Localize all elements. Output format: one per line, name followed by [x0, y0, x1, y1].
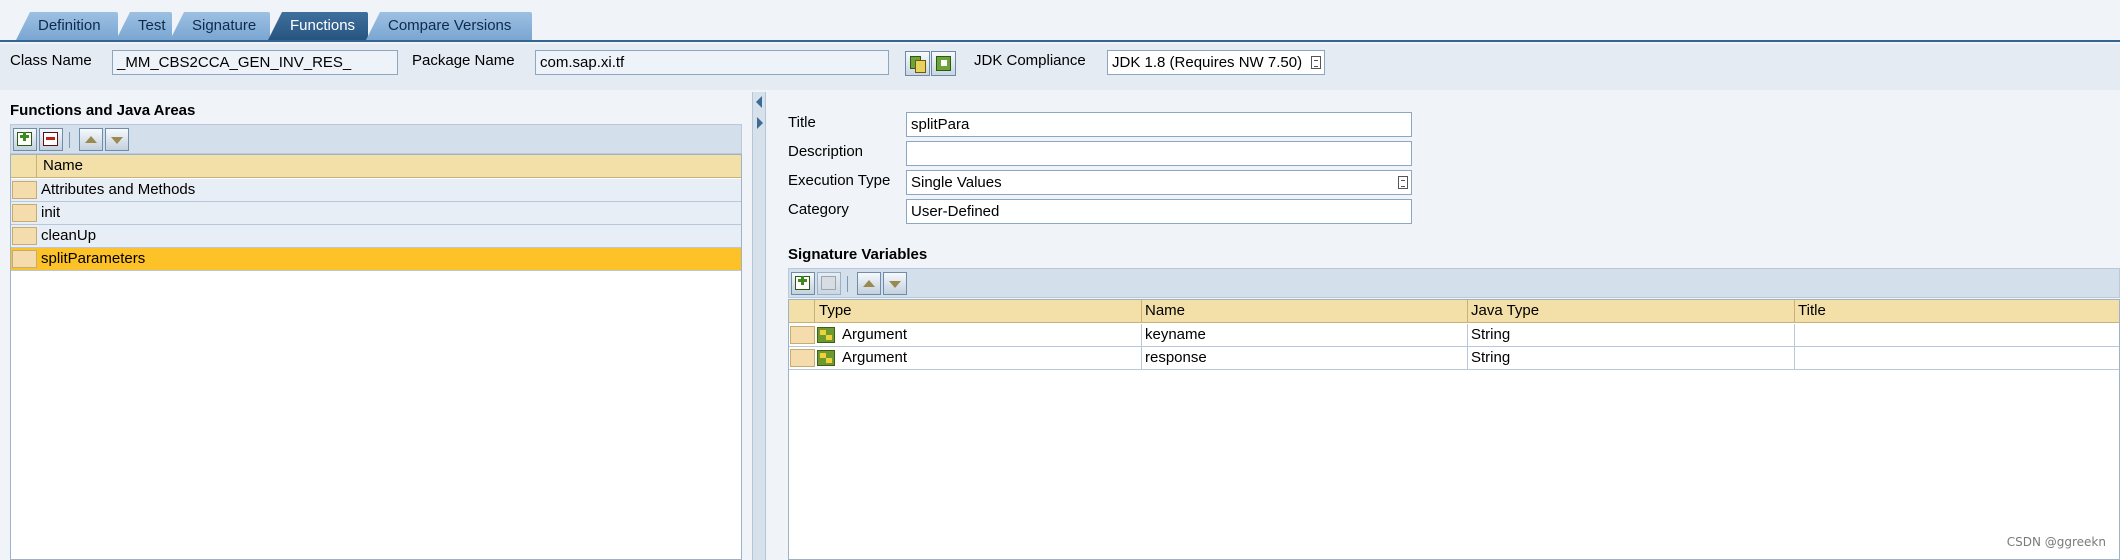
row-selector[interactable] — [790, 349, 815, 367]
tab-signature[interactable]: Signature — [170, 12, 270, 40]
toolbar-separator — [69, 132, 70, 148]
tab-strip: Definition Test Signature Functions Comp… — [0, 0, 2120, 42]
jdk-compliance-value: JDK 1.8 (Requires NW 7.50) — [1112, 54, 1303, 71]
function-name: cleanUp — [41, 227, 97, 244]
functions-toolbar — [10, 124, 742, 154]
column-header-title[interactable]: Title — [1795, 300, 2120, 322]
functions-grid: Name Attributes and Methods init cleanUp… — [10, 154, 742, 560]
dropdown-icon[interactable] — [1398, 176, 1408, 189]
move-up-icon[interactable] — [857, 272, 881, 295]
execution-type-label: Execution Type — [788, 172, 891, 189]
table-row[interactable]: cleanUp — [11, 225, 741, 248]
tab-functions[interactable]: Functions — [268, 12, 368, 40]
signature-variables-title: Signature Variables — [788, 246, 928, 263]
class-name-label: Class Name — [10, 52, 92, 69]
toolbar-separator — [847, 276, 848, 292]
category-field[interactable]: User-Defined — [906, 199, 1412, 224]
functions-panel: Functions and Java Areas Name Attributes… — [0, 90, 750, 560]
insert-row-icon[interactable] — [791, 272, 815, 295]
functions-title: Functions and Java Areas — [10, 102, 196, 119]
row-selector[interactable] — [12, 181, 37, 199]
copy-icon[interactable] — [905, 51, 930, 76]
row-selector[interactable] — [12, 227, 37, 245]
execution-type-value: Single Values — [911, 174, 1002, 191]
tab-test[interactable]: Test — [116, 12, 172, 40]
function-name: Attributes and Methods — [41, 181, 196, 198]
header-row: Class Name _MM_CBS2CCA_GEN_INV_RES_ Pack… — [0, 44, 2120, 90]
package-name-label: Package Name — [412, 52, 515, 69]
row-selector[interactable] — [790, 326, 815, 344]
variable-title[interactable] — [1795, 324, 2120, 346]
row-selector[interactable] — [12, 250, 37, 268]
column-header-name[interactable]: Name — [40, 155, 83, 177]
class-name-field[interactable]: _MM_CBS2CCA_GEN_INV_RES_ — [112, 50, 398, 75]
jdk-compliance-select[interactable]: JDK 1.8 (Requires NW 7.50) — [1107, 50, 1325, 75]
variable-type: Argument — [839, 347, 1142, 369]
table-row[interactable]: Attributes and Methods — [11, 179, 741, 202]
delete-row-icon[interactable] — [39, 128, 63, 151]
select-all-cell[interactable] — [790, 300, 815, 322]
column-header-name[interactable]: Name — [1142, 300, 1468, 322]
tab-compare-versions[interactable]: Compare Versions — [366, 12, 532, 40]
paste-icon[interactable] — [931, 51, 956, 76]
function-name: init — [41, 204, 61, 221]
insert-row-icon[interactable] — [13, 128, 37, 151]
collapse-right-icon[interactable] — [757, 117, 763, 129]
function-name: splitParameters — [41, 250, 146, 267]
collapse-left-icon[interactable] — [756, 96, 762, 108]
dropdown-icon[interactable] — [1311, 56, 1321, 69]
table-row[interactable]: Argument response String — [789, 347, 2119, 370]
title-field[interactable]: splitPara — [906, 112, 1412, 137]
move-up-icon[interactable] — [79, 128, 103, 151]
select-all-cell[interactable] — [12, 155, 37, 177]
table-row-selected[interactable]: splitParameters — [11, 248, 741, 271]
title-label: Title — [788, 114, 816, 131]
variable-java-type[interactable]: String — [1468, 324, 1795, 346]
row-selector[interactable] — [12, 204, 37, 222]
argument-icon — [817, 327, 835, 343]
variable-java-type[interactable]: String — [1468, 347, 1795, 369]
signature-variables-grid: Type Name Java Type Title Argument keyna… — [788, 299, 2120, 560]
variable-title[interactable] — [1795, 347, 2120, 369]
variable-type: Argument — [839, 324, 1142, 346]
function-details-panel: Title splitPara Description Execution Ty… — [768, 92, 2120, 560]
move-down-icon[interactable] — [883, 272, 907, 295]
move-down-icon[interactable] — [105, 128, 129, 151]
delete-row-icon[interactable] — [817, 272, 841, 295]
table-row[interactable]: init — [11, 202, 741, 225]
column-header-type[interactable]: Type — [816, 300, 1142, 322]
category-label: Category — [788, 201, 849, 218]
variable-name[interactable]: keyname — [1142, 324, 1468, 346]
argument-icon — [817, 350, 835, 366]
signature-toolbar — [788, 268, 2120, 298]
description-field[interactable] — [906, 141, 1412, 166]
package-name-field[interactable]: com.sap.xi.tf — [535, 50, 889, 75]
tab-definition[interactable]: Definition — [16, 12, 118, 40]
description-label: Description — [788, 143, 864, 160]
jdk-compliance-label: JDK Compliance — [974, 52, 1086, 69]
grid-header-row: Name — [11, 155, 741, 178]
variable-name[interactable]: response — [1142, 347, 1468, 369]
table-row[interactable]: Argument keyname String — [789, 324, 2119, 347]
execution-type-select[interactable]: Single Values — [906, 170, 1412, 195]
panel-splitter[interactable] — [752, 92, 766, 560]
column-header-java-type[interactable]: Java Type — [1468, 300, 1795, 322]
watermark: CSDN @ggreekn — [2006, 535, 2106, 549]
grid-header-row: Type Name Java Type Title — [789, 300, 2119, 323]
